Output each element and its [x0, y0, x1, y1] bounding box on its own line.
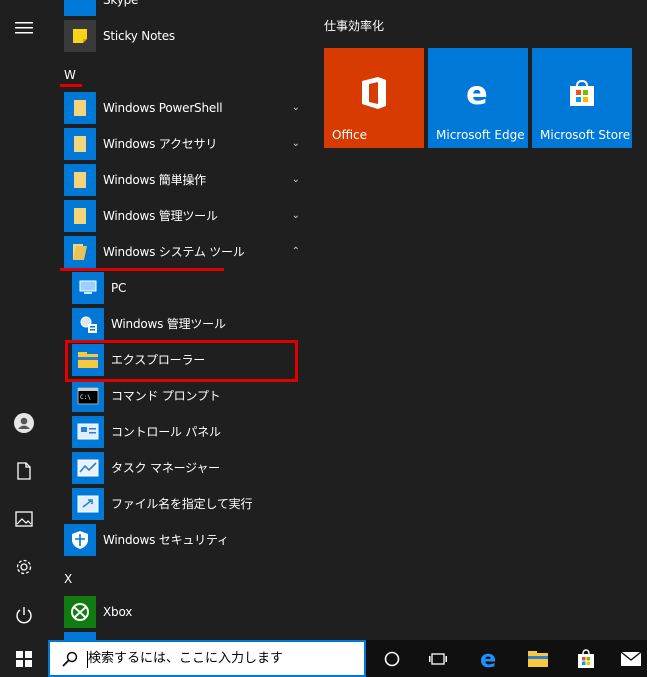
store-icon[interactable]: [566, 640, 606, 677]
app-skype[interactable]: Skype: [48, 0, 310, 18]
app-command-prompt[interactable]: C:\ コマンド プロンプト: [48, 378, 310, 414]
letter-header-w[interactable]: W: [64, 65, 76, 85]
chevron-up-icon: ⌃: [291, 246, 300, 257]
edge-icon[interactable]: e: [470, 640, 510, 677]
app-label: Windows アクセサリ: [103, 137, 218, 151]
search-icon: [62, 651, 78, 667]
tile-label: Microsoft Store: [540, 128, 631, 142]
start-rail: [0, 0, 48, 640]
chevron-down-icon: ⌄: [291, 174, 300, 185]
folder-icon: [64, 164, 96, 196]
chevron-down-icon: ⌄: [291, 102, 300, 113]
folder-icon: [64, 128, 96, 160]
pictures-icon[interactable]: [0, 499, 48, 539]
app-xbox[interactable]: Xbox: [48, 594, 310, 630]
annotation-highlight-explorer: [65, 340, 298, 382]
file-explorer-icon[interactable]: [518, 640, 558, 677]
svg-text:C:\: C:\: [80, 394, 91, 401]
skype-icon: [64, 0, 96, 16]
app-icon: [64, 632, 96, 640]
svg-text:e: e: [480, 648, 496, 670]
folder-windows-accessories[interactable]: Windows アクセサリ ⌄: [48, 126, 310, 162]
run-icon: [72, 488, 104, 520]
tile-office[interactable]: Office: [324, 48, 424, 148]
cortana-icon[interactable]: [372, 640, 412, 677]
shield-icon: [64, 524, 96, 556]
app-label: Windows システム ツール: [103, 245, 245, 259]
app-label: コントロール パネル: [111, 425, 221, 439]
sticky-notes-icon: [64, 20, 96, 52]
app-windows-admin-tools[interactable]: Windows 管理ツール: [48, 306, 310, 342]
app-control-panel[interactable]: コントロール パネル: [48, 414, 310, 450]
chevron-down-icon: ⌄: [291, 138, 300, 149]
app-label: Windows 管理ツール: [111, 317, 226, 331]
app-label: PC: [111, 281, 127, 295]
search-box[interactable]: 検索するには、ここに入力します: [48, 640, 366, 677]
folder-open-icon: [64, 236, 96, 268]
tile-label: Office: [332, 128, 368, 142]
command-prompt-icon: C:\: [72, 380, 104, 412]
edge-icon: e: [428, 68, 528, 118]
pc-icon: [72, 272, 104, 304]
app-list: Skype Sticky Notes W Windows PowerShell …: [48, 0, 310, 640]
app-label: コマンド プロンプト: [111, 389, 221, 403]
document-icon[interactable]: [0, 451, 48, 491]
app-label: Windows セキュリティ: [103, 533, 229, 547]
store-icon: [532, 68, 632, 118]
annotation-underline-system-tools: [60, 268, 224, 271]
app-pc[interactable]: PC: [48, 270, 310, 306]
app-partial[interactable]: [48, 630, 310, 640]
app-label: Skype: [103, 0, 139, 7]
user-icon[interactable]: [0, 403, 48, 443]
folder-windows-admin-tools[interactable]: Windows 管理ツール ⌄: [48, 198, 310, 234]
app-label: Sticky Notes: [103, 29, 175, 43]
tile-label: Microsoft Edge: [436, 128, 525, 142]
chevron-down-icon: ⌄: [291, 210, 300, 221]
hamburger-icon[interactable]: [0, 8, 48, 48]
app-label: Windows PowerShell: [103, 101, 223, 115]
folder-windows-system-tools[interactable]: Windows システム ツール ⌃: [48, 234, 310, 270]
app-label: Windows 管理ツール: [103, 209, 218, 223]
folder-windows-ease-of-access[interactable]: Windows 簡単操作 ⌄: [48, 162, 310, 198]
app-sticky-notes[interactable]: Sticky Notes: [48, 18, 310, 54]
app-task-manager[interactable]: タスク マネージャー: [48, 450, 310, 486]
task-view-icon[interactable]: [418, 640, 458, 677]
folder-icon: [64, 92, 96, 124]
folder-windows-powershell[interactable]: Windows PowerShell ⌄: [48, 90, 310, 126]
folder-icon: [64, 200, 96, 232]
letter-header-x[interactable]: X: [64, 569, 72, 589]
annotation-underline-w: [60, 84, 82, 87]
app-run[interactable]: ファイル名を指定して実行: [48, 486, 310, 522]
search-placeholder: 検索するには、ここに入力します: [88, 651, 284, 666]
app-windows-security[interactable]: Windows セキュリティ: [48, 522, 310, 558]
app-label: Xbox: [103, 605, 133, 619]
xbox-icon: [64, 596, 96, 628]
svg-text:e: e: [466, 78, 488, 108]
app-label: タスク マネージャー: [111, 461, 220, 475]
tile-microsoft-store[interactable]: Microsoft Store: [532, 48, 632, 148]
power-icon[interactable]: [0, 595, 48, 635]
windows-start-icon[interactable]: [0, 640, 48, 677]
task-manager-icon: [72, 452, 104, 484]
mail-icon[interactable]: [614, 640, 647, 677]
office-icon: [324, 68, 424, 118]
app-label: ファイル名を指定して実行: [111, 497, 253, 511]
settings-icon[interactable]: [0, 547, 48, 587]
admin-tools-icon: [72, 308, 104, 340]
tile-microsoft-edge[interactable]: e Microsoft Edge: [428, 48, 528, 148]
tile-group-title: 仕事効率化: [324, 19, 385, 33]
taskbar: 検索するには、ここに入力します e: [0, 640, 647, 677]
control-panel-icon: [72, 416, 104, 448]
app-label: Windows 簡単操作: [103, 173, 206, 187]
